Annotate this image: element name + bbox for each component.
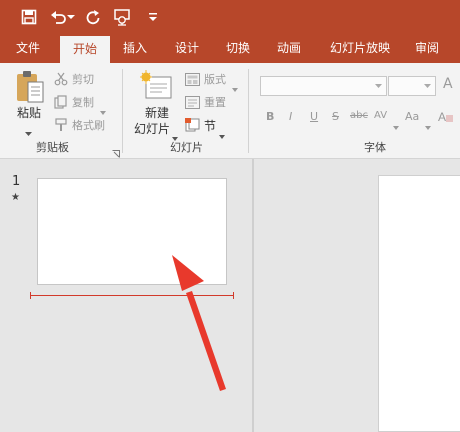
tab-file[interactable]: 文件 — [6, 33, 50, 63]
group-separator — [122, 69, 123, 153]
svg-text:A: A — [438, 110, 446, 123]
cut-button[interactable]: 剪切 — [72, 71, 94, 87]
change-case-dropdown-icon[interactable] — [425, 115, 431, 134]
character-spacing-dropdown-icon[interactable] — [393, 115, 399, 134]
character-spacing-button[interactable]: AV — [374, 110, 387, 121]
current-slide-canvas[interactable] — [378, 175, 460, 432]
undo-dropdown-icon[interactable] — [66, 6, 76, 28]
quick-access-toolbar — [0, 0, 460, 33]
tab-home[interactable]: 开始 — [60, 36, 110, 63]
copy-button[interactable]: 复制 — [72, 94, 94, 110]
tab-transitions[interactable]: 切换 — [217, 33, 259, 63]
reset-button[interactable]: 重置 — [204, 94, 226, 110]
redo-icon[interactable] — [82, 6, 104, 28]
shadow-button[interactable]: S — [332, 110, 339, 123]
new-slide-button[interactable]: 幻灯片 — [134, 120, 170, 137]
layout-icon — [185, 71, 200, 90]
underline-button[interactable]: U — [310, 110, 318, 123]
clipboard-group-label: 剪贴板 — [36, 141, 69, 154]
annotation-arrow — [172, 255, 226, 391]
group-separator — [248, 69, 249, 153]
italic-button[interactable]: I — [289, 110, 292, 123]
paste-dropdown-icon[interactable] — [25, 122, 32, 141]
slide-number: 1 — [12, 174, 21, 189]
slide-transition-star-icon: ★ — [11, 192, 20, 203]
paste-button[interactable]: 粘贴 — [17, 104, 41, 121]
font-name-combo[interactable] — [260, 76, 387, 96]
tab-review[interactable]: 审阅 — [406, 33, 448, 63]
layout-button[interactable]: 版式 — [204, 71, 226, 87]
new-slide-icon[interactable] — [140, 70, 172, 104]
slideshow-from-start-icon[interactable] — [112, 6, 134, 28]
tab-slideshow[interactable]: 幻灯片放映 — [322, 33, 398, 63]
font-group-label: 字体 — [364, 141, 386, 154]
section-dropdown-icon[interactable] — [219, 124, 225, 143]
tab-animations[interactable]: 动画 — [268, 33, 310, 63]
reset-icon — [185, 94, 200, 113]
tab-insert[interactable]: 插入 — [114, 33, 156, 63]
clear-formatting-icon[interactable]: A — [438, 108, 454, 127]
copy-icon — [54, 94, 68, 113]
customize-toolbar-icon[interactable] — [142, 6, 164, 28]
slides-group-label: 幻灯片 — [170, 141, 203, 154]
format-painter-button[interactable]: 格式刷 — [72, 117, 105, 133]
font-size-combo[interactable] — [388, 76, 436, 96]
increase-font-size-button[interactable]: A — [443, 76, 453, 92]
bold-button[interactable]: B — [266, 110, 274, 123]
ribbon-tab-bar: 文件 开始 插入 设计 切换 动画 幻灯片放映 审阅 — [0, 33, 460, 63]
change-case-button[interactable]: Aa — [405, 110, 419, 123]
format-painter-icon — [54, 117, 68, 136]
layout-dropdown-icon[interactable] — [232, 77, 238, 96]
tab-design[interactable]: 设计 — [166, 33, 208, 63]
insertion-line-left-cap — [30, 292, 31, 299]
cut-icon — [54, 71, 68, 90]
new-slide-label[interactable]: 新建 — [145, 104, 169, 121]
ribbon-body: 粘贴 剪切 复制 格式刷 剪贴板 新建 幻灯片 版式 重置 节 幻灯片 A B … — [0, 63, 460, 159]
strikethrough-button[interactable]: abc — [350, 110, 368, 121]
save-icon[interactable] — [18, 6, 40, 28]
section-icon — [185, 117, 200, 136]
section-button[interactable]: 节 — [204, 117, 216, 134]
paste-icon[interactable] — [14, 69, 46, 105]
